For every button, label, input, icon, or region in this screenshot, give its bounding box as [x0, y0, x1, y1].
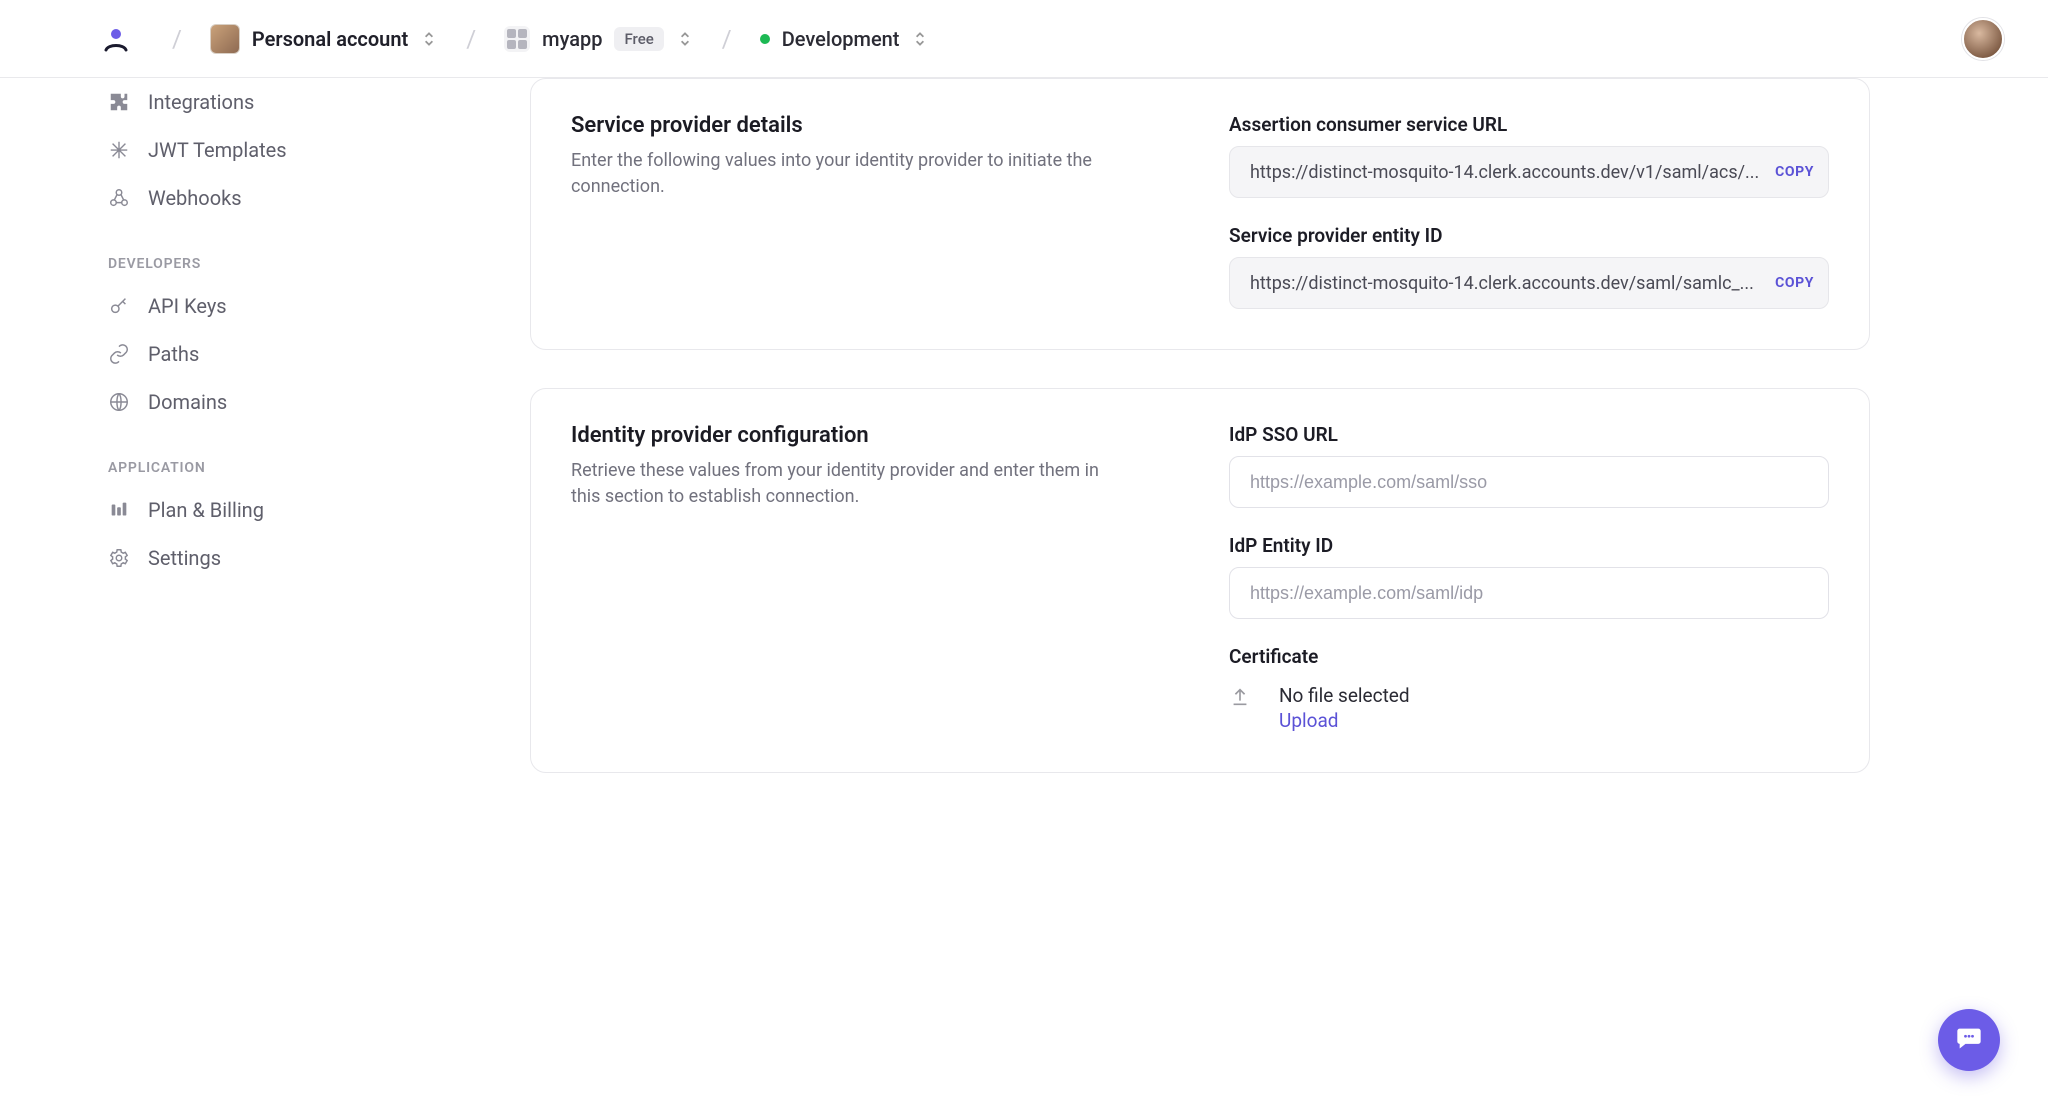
user-avatar[interactable] [1962, 18, 2004, 60]
sidebar-item-jwt-templates[interactable]: JWT Templates [100, 126, 380, 174]
plan-badge: Free [614, 27, 663, 51]
sidebar: Integrations JWT Templates Webhooks DEVE… [0, 78, 380, 1119]
account-label: Personal account [252, 27, 408, 51]
jwt-icon [108, 139, 130, 161]
card-title: Identity provider configuration [571, 423, 1181, 448]
globe-icon [108, 391, 130, 413]
field-label: IdP SSO URL [1229, 423, 1829, 446]
sidebar-item-paths[interactable]: Paths [100, 330, 380, 378]
sidebar-item-label: Domains [148, 390, 227, 414]
field-label: IdP Entity ID [1229, 534, 1829, 557]
sidebar-item-settings[interactable]: Settings [100, 534, 380, 582]
idp-sso-url-field: IdP SSO URL [1229, 423, 1829, 508]
environment-label: Development [782, 27, 900, 51]
copy-acs-button[interactable]: COPY [1775, 164, 1814, 180]
card-title: Service provider details [571, 113, 1181, 138]
link-icon [108, 343, 130, 365]
sidebar-item-webhooks[interactable]: Webhooks [100, 174, 380, 222]
identity-provider-card: Identity provider configuration Retrieve… [530, 388, 1870, 773]
idp-sso-url-input[interactable] [1229, 456, 1829, 508]
logo-clerk-icon [100, 24, 132, 56]
sidebar-item-label: Settings [148, 546, 221, 570]
environment-switcher[interactable]: Development [750, 21, 940, 57]
chevron-up-down-icon [911, 30, 929, 48]
puzzle-icon [108, 91, 130, 113]
chevron-up-down-icon [676, 30, 694, 48]
breadcrumb-separator: / [466, 25, 476, 53]
sp-entity-id-value: https://distinct-mosquito-14.clerk.accou… [1250, 273, 1763, 294]
field-label: Certificate [1229, 645, 1829, 668]
key-icon [108, 295, 130, 317]
billing-icon [108, 499, 130, 521]
sidebar-item-label: Paths [148, 342, 199, 366]
sp-entity-id-field: Service provider entity ID https://disti… [1229, 224, 1829, 309]
card-description: Retrieve these values from your identity… [571, 458, 1111, 510]
acs-url-field: Assertion consumer service URL https://d… [1229, 113, 1829, 198]
sidebar-item-label: Plan & Billing [148, 498, 264, 522]
acs-url-value-box: https://distinct-mosquito-14.clerk.accou… [1229, 146, 1829, 198]
main-content: Service provider details Enter the follo… [530, 78, 1870, 811]
chevron-up-down-icon [420, 30, 438, 48]
sidebar-item-domains[interactable]: Domains [100, 378, 380, 426]
sidebar-section-developers: DEVELOPERS [100, 256, 380, 272]
idp-entity-id-input[interactable] [1229, 567, 1829, 619]
gear-icon [108, 547, 130, 569]
environment-status-dot-icon [760, 34, 770, 44]
app-icon [504, 26, 530, 52]
account-avatar-icon [210, 24, 240, 54]
sidebar-item-plan-billing[interactable]: Plan & Billing [100, 486, 380, 534]
field-label: Assertion consumer service URL [1229, 113, 1829, 136]
app-name: myapp [542, 27, 602, 51]
copy-entity-button[interactable]: COPY [1775, 275, 1814, 291]
topbar: / Personal account / myapp Free / Develo… [0, 0, 2048, 78]
chat-icon [1955, 1024, 1983, 1056]
breadcrumb-separator: / [722, 25, 732, 53]
sidebar-section-application: APPLICATION [100, 460, 380, 476]
idp-entity-id-field: IdP Entity ID [1229, 534, 1829, 619]
field-label: Service provider entity ID [1229, 224, 1829, 247]
sidebar-item-label: Integrations [148, 90, 254, 114]
sidebar-item-integrations[interactable]: Integrations [100, 78, 380, 126]
sp-entity-id-value-box: https://distinct-mosquito-14.clerk.accou… [1229, 257, 1829, 309]
sidebar-item-label: API Keys [148, 294, 227, 318]
upload-icon [1229, 686, 1251, 708]
account-switcher[interactable]: Personal account [200, 18, 448, 60]
certificate-empty-state: No file selected [1279, 684, 1410, 707]
upload-certificate-button[interactable]: Upload [1279, 709, 1410, 732]
service-provider-card: Service provider details Enter the follo… [530, 78, 1870, 350]
sidebar-item-label: Webhooks [148, 186, 242, 210]
sidebar-item-label: JWT Templates [148, 138, 287, 162]
acs-url-value: https://distinct-mosquito-14.clerk.accou… [1250, 162, 1763, 183]
chat-fab[interactable] [1938, 1009, 2000, 1071]
breadcrumb-separator: / [172, 25, 182, 53]
certificate-field: Certificate No file selected Upload [1229, 645, 1829, 732]
sidebar-item-api-keys[interactable]: API Keys [100, 282, 380, 330]
app-switcher[interactable]: myapp Free [494, 20, 704, 58]
card-description: Enter the following values into your ide… [571, 148, 1111, 200]
webhooks-icon [108, 187, 130, 209]
